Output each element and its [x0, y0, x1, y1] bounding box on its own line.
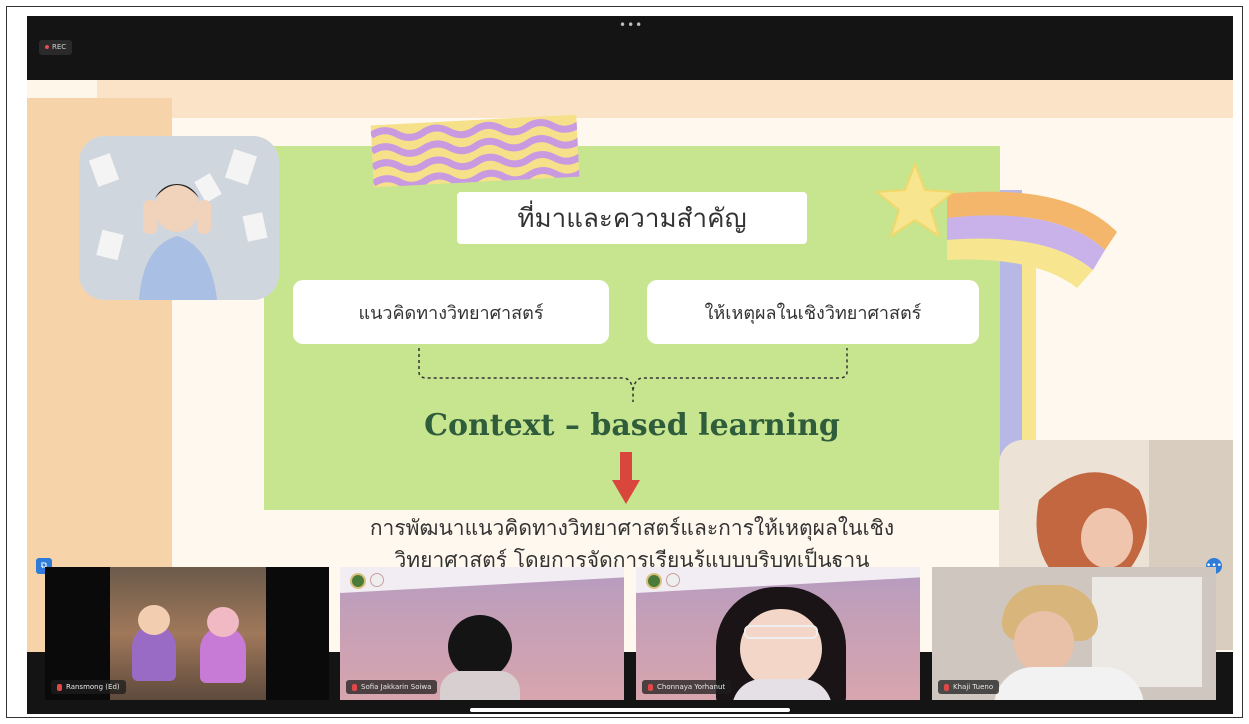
result-text-line-1: การพัฒนาแนวคิดทางวิทยาศาสตร์และการให้เหต…: [369, 516, 895, 540]
participant-tile[interactable]: Sofia Jakkarin Soiwa: [340, 567, 624, 700]
mic-muted-icon: [57, 683, 62, 691]
participant-video-body: [732, 679, 832, 700]
slide-title: ที่มาและความสำคัญ: [457, 192, 807, 244]
participant-name-label: Chonnaya Yorhanut: [642, 680, 732, 694]
participant-name: Sofia Jakkarin Soiwa: [361, 683, 432, 691]
participant-video-face: [740, 609, 822, 689]
cartoon-head: [138, 605, 170, 635]
slide-decor-strip: [27, 80, 97, 98]
down-arrow-icon: [612, 452, 640, 504]
glasses: [744, 625, 818, 639]
concept-pill-scientific-concept: แนวคิดทางวิทยาศาสตร์: [293, 280, 609, 344]
cartoon-head: [207, 607, 239, 637]
university-logo-icon: [646, 573, 662, 589]
participant-tile[interactable]: Ransmong (Ed): [45, 567, 329, 700]
participant-name: Khaji Tueno: [953, 683, 994, 691]
participant-name-label: Sofia Jakkarin Soiwa: [346, 680, 438, 694]
concept-pill-scientific-reasoning: ให้เหตุผลในเชิงวิทยาศาสตร์: [647, 280, 979, 344]
participant-video-body: [994, 667, 1144, 700]
mic-muted-icon: [648, 683, 653, 691]
university-logo-icon: [350, 573, 366, 589]
participant-video-body: [440, 671, 520, 700]
record-dot-icon: [45, 45, 49, 49]
star-icon: [875, 162, 955, 238]
participant-video-face: [1014, 611, 1074, 673]
rec-label: REC: [52, 43, 67, 51]
approach-heading: Context – based learning: [424, 408, 840, 443]
cartoon-avatar-image: [110, 567, 266, 700]
participant-name-label: Ransmong (Ed): [51, 680, 126, 694]
stressed-person-illustration: [79, 136, 279, 300]
participant-tile[interactable]: Khaji Tueno: [932, 567, 1216, 700]
recording-indicator[interactable]: REC: [39, 40, 73, 55]
participant-tile[interactable]: Chonnaya Yorhanut: [636, 567, 920, 700]
participant-name: Ransmong (Ed): [66, 683, 120, 691]
mic-muted-icon: [352, 683, 357, 691]
participant-video: [448, 615, 512, 679]
mic-muted-icon: [944, 683, 949, 691]
rainbow-decoration: [947, 191, 1117, 288]
brace-connector: [418, 348, 848, 402]
wavy-tape-decoration: [370, 114, 580, 188]
faculty-logo-icon: [370, 573, 384, 587]
participant-name: Chonnaya Yorhanut: [657, 683, 726, 691]
stressed-person-image: [79, 136, 279, 300]
home-indicator[interactable]: [470, 708, 790, 712]
participant-name-label: Khaji Tueno: [938, 680, 1000, 694]
top-toolbar: REC •••: [27, 16, 1233, 80]
more-dots-icon[interactable]: •••: [619, 18, 643, 32]
faculty-logo-icon: [666, 573, 680, 587]
